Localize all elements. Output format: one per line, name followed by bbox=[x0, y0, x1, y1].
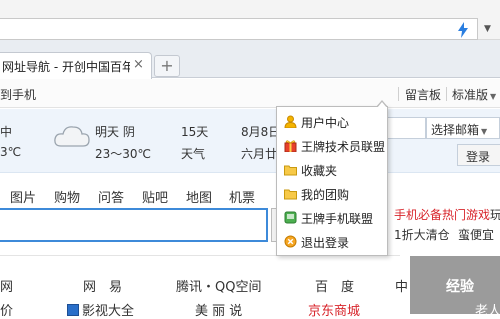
date-text: 8月8日 bbox=[241, 125, 281, 139]
weather-today-temp: 3℃ bbox=[0, 145, 22, 159]
version-switch[interactable]: 标准版 ▼ bbox=[452, 86, 496, 103]
search-tab-map[interactable]: 地图 bbox=[186, 187, 212, 206]
mail-username-input[interactable] bbox=[386, 117, 426, 139]
toolbar-phone-link[interactable]: 到手机 bbox=[0, 86, 36, 103]
menu-item-logout[interactable]: 退出登录 bbox=[277, 230, 387, 254]
user-dropdown-menu: 用户中心 王牌技术员联盟 收藏夹 我的团购 王牌手机联盟 退出登录 bbox=[276, 106, 388, 256]
menu-label: 收藏夹 bbox=[301, 164, 338, 178]
hot-games-link[interactable]: 手机必备热门游戏 bbox=[394, 206, 490, 223]
chevron-down-icon: ▼ bbox=[490, 92, 497, 101]
guestbook-link[interactable]: 留言板 bbox=[405, 86, 441, 103]
folder-icon bbox=[284, 165, 297, 176]
toolbar: 到手机 留言板 标准版 ▼ bbox=[0, 79, 500, 108]
search-tab-shopping[interactable]: 购物 bbox=[54, 187, 80, 206]
menu-item-tech-alliance[interactable]: 王牌技术员联盟 bbox=[277, 134, 387, 158]
weather-tomorrow-temp: 23～30℃ bbox=[95, 147, 152, 161]
toolbar-divider bbox=[446, 87, 447, 101]
mail-select[interactable]: 选择邮箱 ▼ bbox=[426, 117, 500, 139]
version-label: 标准版 bbox=[452, 88, 489, 102]
site-link[interactable]: 网 bbox=[0, 276, 13, 295]
search-tab-qa[interactable]: 问答 bbox=[98, 187, 124, 206]
new-tab-button[interactable]: + bbox=[154, 55, 180, 77]
cloud-icon bbox=[54, 126, 90, 147]
promo-count[interactable]: 玩 bbox=[490, 206, 500, 223]
address-input[interactable] bbox=[0, 18, 478, 40]
weather-panel: 中 3℃ 明天 阴 23～30℃ 15天 天气 8月8日 六月廿四 选择邮箱 ▼ … bbox=[0, 109, 500, 173]
mail-select-label: 选择邮箱 bbox=[431, 123, 480, 137]
toolbar-divider bbox=[398, 87, 399, 101]
address-dropdown-icon[interactable]: ▼ bbox=[484, 24, 491, 34]
menu-item-group-buy[interactable]: 我的团购 bbox=[277, 182, 387, 206]
forecast-word[interactable]: 天气 bbox=[181, 145, 205, 162]
search-tab-images[interactable]: 图片 bbox=[10, 187, 36, 206]
discount-link[interactable]: 1折大清仓 bbox=[394, 226, 450, 243]
menu-item-user-center[interactable]: 用户中心 bbox=[277, 110, 387, 134]
site-link-163[interactable]: 网 易 bbox=[83, 276, 122, 295]
site-link-qzone[interactable]: 腾讯・QQ空间 bbox=[176, 276, 261, 295]
browser-tab[interactable]: 网址导航 - 开创中国百年品 × bbox=[0, 52, 152, 79]
site-link-jd[interactable]: 京东商城 bbox=[308, 300, 360, 319]
cheap-link[interactable]: 蛮便宜 bbox=[458, 226, 494, 243]
gift-icon bbox=[284, 140, 297, 152]
menu-item-phone-alliance[interactable]: 王牌手机联盟 bbox=[277, 206, 387, 230]
menu-label: 用户中心 bbox=[301, 116, 350, 130]
logout-icon bbox=[284, 235, 297, 248]
site-link-meilishuo[interactable]: 美 丽 说 bbox=[195, 300, 242, 319]
menu-label: 我的团购 bbox=[301, 188, 350, 202]
group-buy-icon bbox=[284, 189, 297, 200]
tab-title: 网址导航 - 开创中国百年品 bbox=[2, 60, 130, 74]
menu-label: 王牌手机联盟 bbox=[301, 212, 374, 226]
menu-item-favorites[interactable]: 收藏夹 bbox=[277, 158, 387, 182]
search-tab-tieba[interactable]: 贴吧 bbox=[142, 187, 168, 206]
site-link-baidu[interactable]: 百 度 bbox=[315, 276, 354, 295]
weather-city[interactable]: 中 bbox=[0, 123, 12, 140]
address-bar-area: ▼ bbox=[0, 0, 500, 40]
watermark-text: 经验 bbox=[446, 279, 474, 295]
chevron-down-icon: ▼ bbox=[481, 127, 488, 136]
site-link-movies[interactable]: 影视大全 bbox=[67, 300, 134, 319]
weather-tomorrow[interactable]: 明天 阴 bbox=[95, 123, 135, 140]
tab-strip: 网址导航 - 开创中国百年品 × + bbox=[0, 40, 500, 79]
site-link-movies-label: 影视大全 bbox=[82, 304, 135, 319]
menu-label: 退出登录 bbox=[301, 236, 350, 250]
search-tab-flights[interactable]: 机票 bbox=[229, 187, 255, 206]
lightning-icon[interactable] bbox=[457, 22, 469, 38]
site-link[interactable]: 价 bbox=[0, 300, 13, 319]
tab-close-icon[interactable]: × bbox=[133, 57, 144, 72]
search-input[interactable] bbox=[0, 208, 268, 242]
site-link[interactable]: 老人 bbox=[475, 300, 500, 319]
site-link[interactable]: 中 bbox=[395, 276, 408, 295]
menu-label: 王牌技术员联盟 bbox=[301, 140, 386, 154]
login-button[interactable]: 登录 bbox=[457, 144, 500, 166]
forecast-days-link[interactable]: 15天 bbox=[181, 123, 208, 140]
menu-arrow-inner bbox=[377, 102, 387, 108]
film-icon bbox=[67, 304, 79, 316]
user-icon bbox=[284, 115, 297, 128]
phone-icon bbox=[284, 211, 297, 224]
